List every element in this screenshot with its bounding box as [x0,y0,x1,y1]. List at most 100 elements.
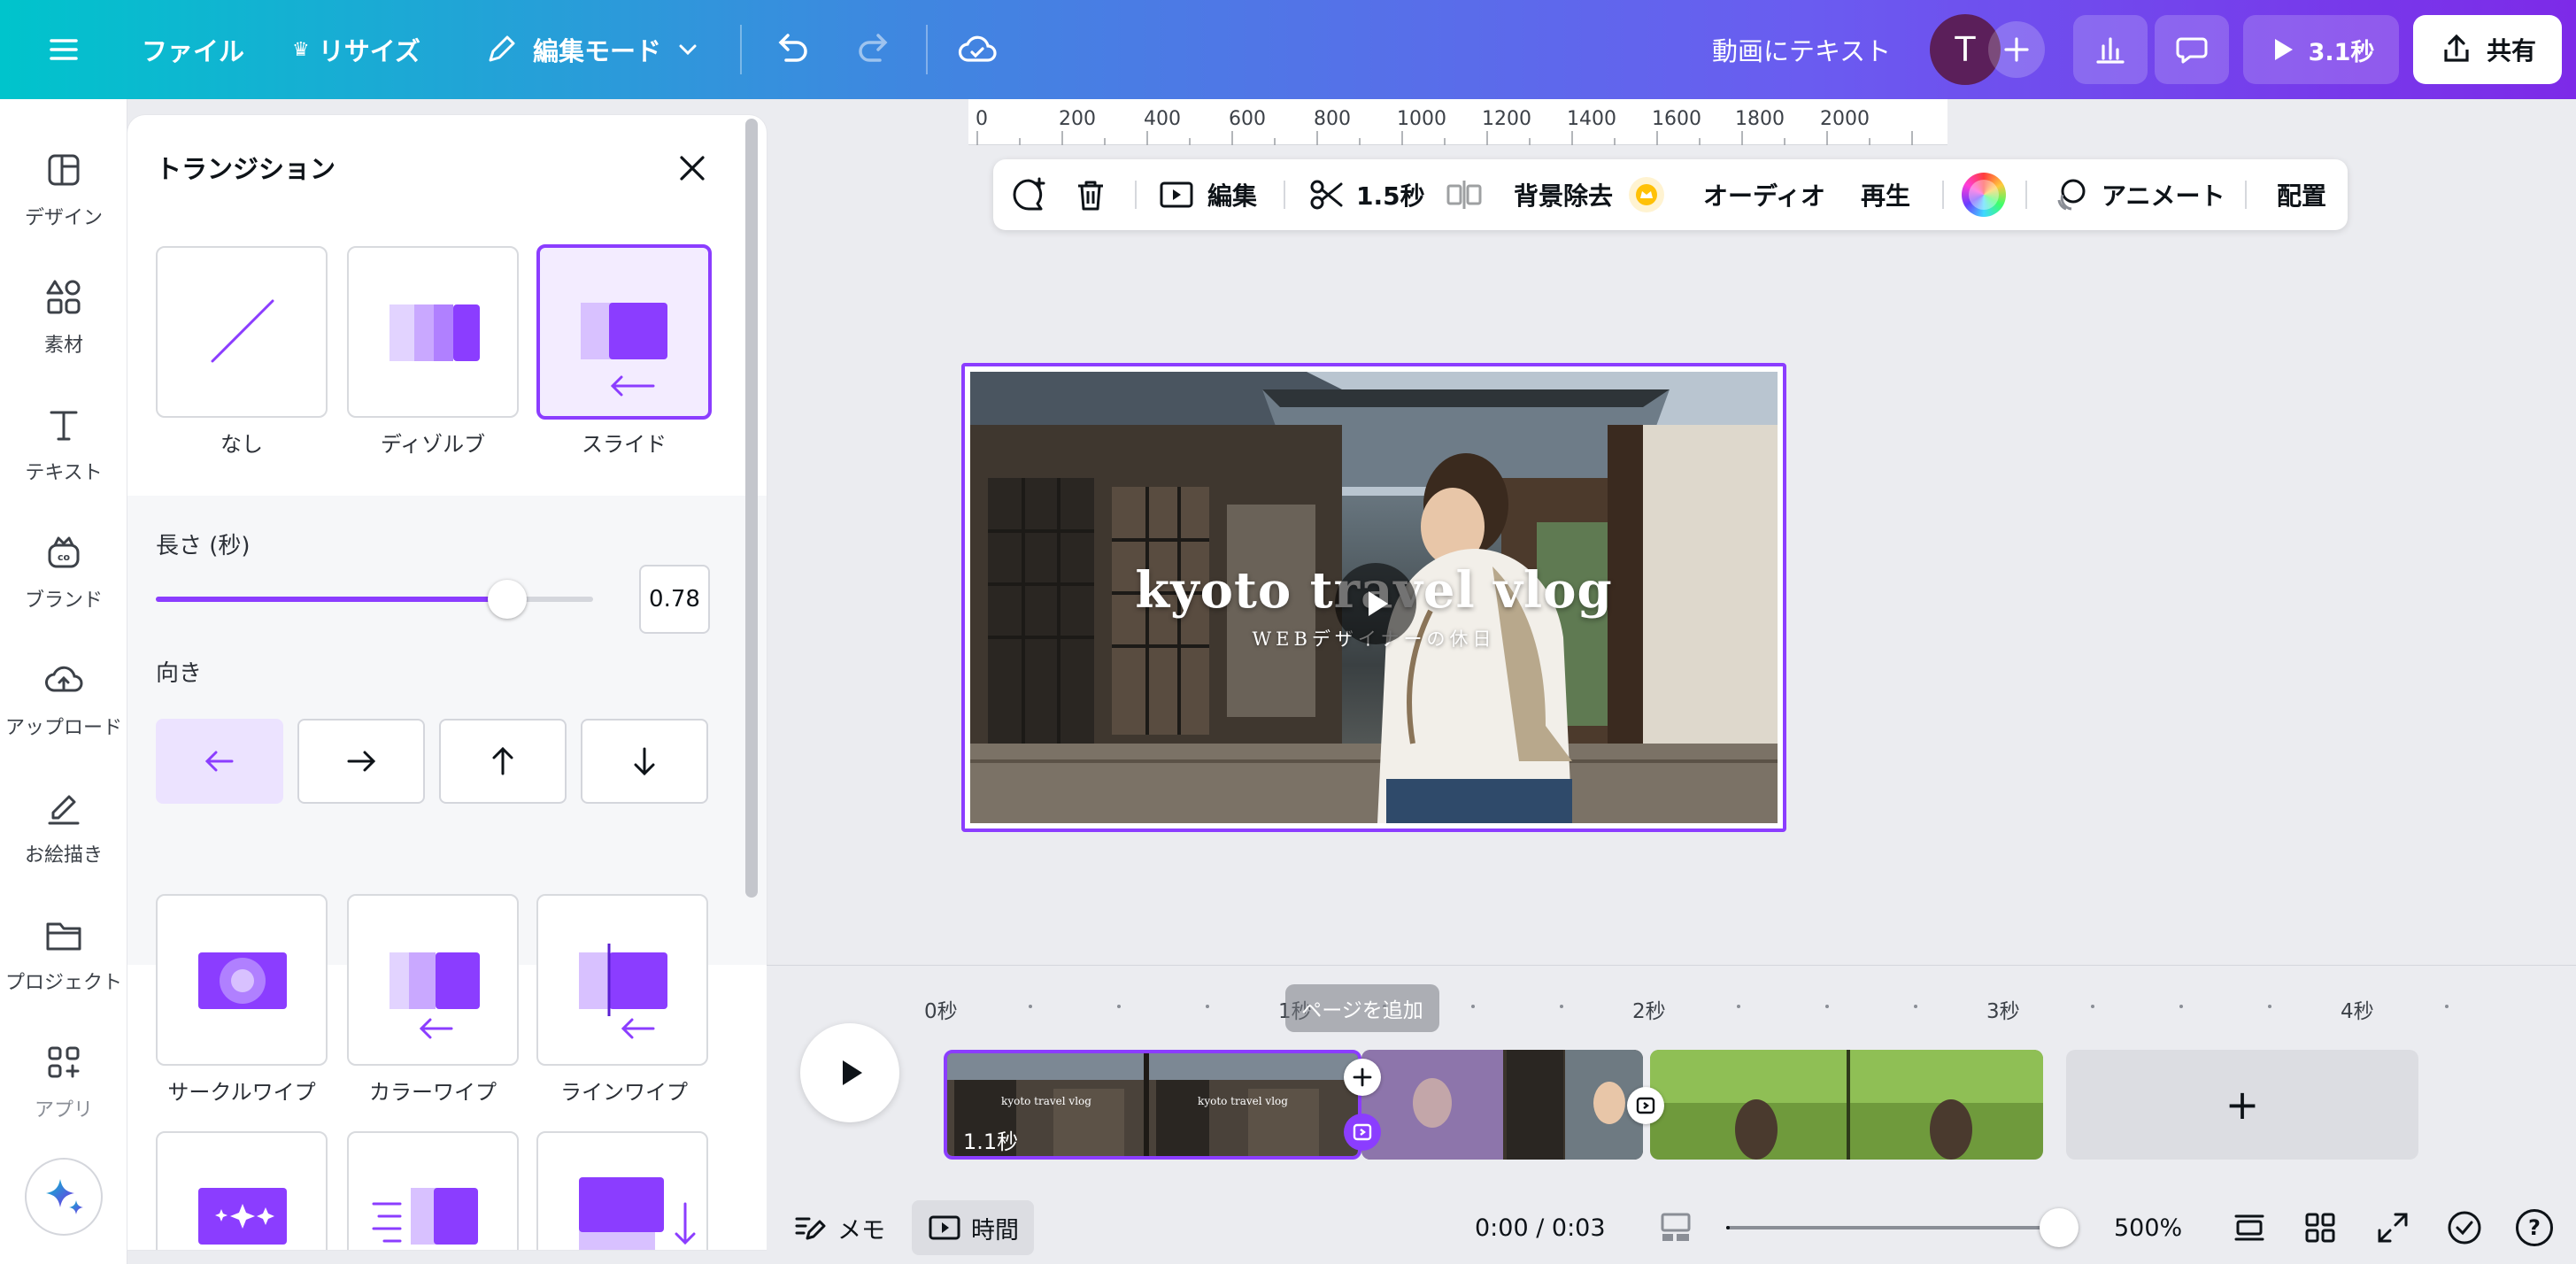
page-view-toggle[interactable] [1657,1198,1694,1257]
position-button[interactable]: 配置 [2277,159,2326,230]
sidebar-item-text[interactable]: テキスト [0,389,127,503]
pencil-icon [483,32,519,67]
transition-color-wipe-card[interactable] [347,894,519,1066]
video-play-button[interactable] [1335,563,1416,644]
timer-label: 時間 [971,1216,1019,1245]
color-picker-button[interactable] [1962,159,2006,230]
pages-list-icon [2234,1214,2264,1241]
zoom-slider-track[interactable] [1726,1208,2079,1247]
transition-label: サークルワイプ [167,1080,316,1105]
sidebar-item-design[interactable]: デザイン [0,135,127,248]
direction-right-button[interactable] [297,719,425,804]
timeline-dot [1117,1005,1121,1008]
audio-button[interactable]: オーディオ [1703,159,1825,230]
notes-button[interactable]: メモ [791,1198,885,1257]
page-layout-button[interactable] [2231,1198,2268,1257]
invite-button[interactable] [1988,21,2045,78]
add-page-plus: + [2225,1081,2260,1129]
ruler-tick: 0 [976,108,988,130]
grid-view-button[interactable] [2302,1198,2339,1257]
panel-scrollbar[interactable] [745,119,758,898]
sidebar-item-projects[interactable]: プロジェクト [0,899,127,1013]
resize-button[interactable]: ♛ リサイズ [292,0,420,99]
share-button[interactable]: 共有 [2413,15,2562,84]
play-preview-button[interactable]: 3.1秒 [2243,15,2399,84]
clip-duration-label: 1.1秒 [963,1129,1019,1154]
arrow-left-icon [204,751,234,772]
length-slider-track[interactable] [156,580,593,619]
animate-button[interactable]: アニメート [2050,159,2225,230]
timeline-marker: 0秒 [924,1000,958,1023]
redo-button[interactable] [855,0,894,99]
fullscreen-button[interactable] [2374,1198,2411,1257]
check-button[interactable] [2445,1198,2484,1257]
draw-pen-icon [48,795,80,825]
hamburger-menu-icon[interactable] [46,0,81,99]
sidebar-item-apps[interactable]: アプリ [0,1027,127,1140]
transition-line-wipe-card[interactable] [536,894,708,1066]
sidebar-item-brand[interactable]: co ブランド [0,517,127,630]
transition-label: カラーワイプ [369,1080,497,1105]
transition-slide-card[interactable] [536,244,712,420]
document-title[interactable]: 動画にテキスト [1712,0,1891,99]
sidebar-item-elements[interactable]: 素材 [0,262,127,375]
edit-mode-dropdown[interactable]: 編集モード [483,0,700,99]
transition-slide-down-card[interactable] [536,1131,708,1250]
timeline-play-button[interactable] [800,1023,899,1122]
help-label: ? [2528,1215,2541,1240]
length-slider-thumb[interactable] [488,580,527,619]
zoom-slider-fill [1726,1226,1730,1229]
timeline-clip-3[interactable] [1650,1050,2043,1160]
document-title-text: 動画にテキスト [1712,36,1892,66]
comments-button[interactable] [2155,15,2229,84]
transition-panel: トランジション なし ディゾルブ スライド 長さ (秒) 0.78 向き サーク… [127,115,767,1250]
transition-circle-wipe-card[interactable] [156,894,328,1066]
timeline-clip-1[interactable]: kyoto travel vlog kyoto travel vlog 1.1秒 [944,1050,1361,1160]
direction-up-button[interactable] [439,719,567,804]
timer-button[interactable]: 時間 [912,1200,1034,1255]
edit-video-button[interactable]: 編集 [1158,159,1257,230]
help-button[interactable]: ? [2516,1209,2553,1246]
top-toolbar: ファイル ♛ リサイズ 編集モード 動画にテキスト T 3.1秒 共有 [0,0,2576,99]
magic-ai-button[interactable] [25,1158,103,1236]
zoom-level-button[interactable]: 500% [2114,1198,2182,1257]
transition-marker[interactable] [1627,1087,1664,1124]
arrow-right-icon [347,751,376,772]
add-page-between-button[interactable] [1344,1059,1381,1096]
playback-button[interactable]: 再生 [1861,159,1910,230]
transition-sparkle-card[interactable] [156,1131,328,1250]
selected-video-frame[interactable]: kyoto travel vlog WEBデザイナーの休日 [961,363,1786,832]
direction-left-button[interactable] [156,719,283,804]
insights-button[interactable] [2073,15,2148,84]
add-page-button[interactable]: + [2066,1050,2418,1160]
file-menu-button[interactable]: ファイル [142,0,244,99]
sidebar-item-draw[interactable]: お絵描き [0,772,127,885]
delete-button[interactable] [1073,159,1108,230]
transition-marker-selected[interactable] [1344,1114,1381,1151]
cloud-save-button[interactable] [956,0,999,99]
transition-speed-card[interactable] [347,1131,519,1250]
timeline-dot [1914,1005,1917,1008]
video-play-icon [1160,181,1193,208]
direction-down-button[interactable] [581,719,708,804]
sidebar-item-uploads[interactable]: アップロード [0,644,127,758]
timeline-dot [1029,1005,1032,1008]
background-remover-button[interactable]: 背景除去 [1514,159,1664,230]
length-value-input[interactable]: 0.78 [639,565,710,634]
split-button[interactable] [1445,159,1484,230]
timeline-clip-2[interactable] [1361,1050,1643,1160]
split-icon [1446,181,1482,209]
crown-icon: ♛ [292,38,310,61]
zoom-slider-thumb[interactable] [2040,1208,2079,1247]
trim-duration-button[interactable]: 1.5秒 [1308,159,1425,230]
undo-button[interactable] [772,0,811,99]
transition-sparkle-icon [198,1188,287,1245]
notes-pencil-icon [795,1217,826,1240]
transition-label: スライド [582,432,667,457]
filmstrip-icon [1661,1213,1691,1241]
comment-add-button[interactable] [1009,159,1048,230]
transition-none-card[interactable] [156,246,328,418]
close-panel-button[interactable] [671,147,713,189]
transition-dissolve-card[interactable] [347,246,519,418]
redo-icon [859,34,888,62]
